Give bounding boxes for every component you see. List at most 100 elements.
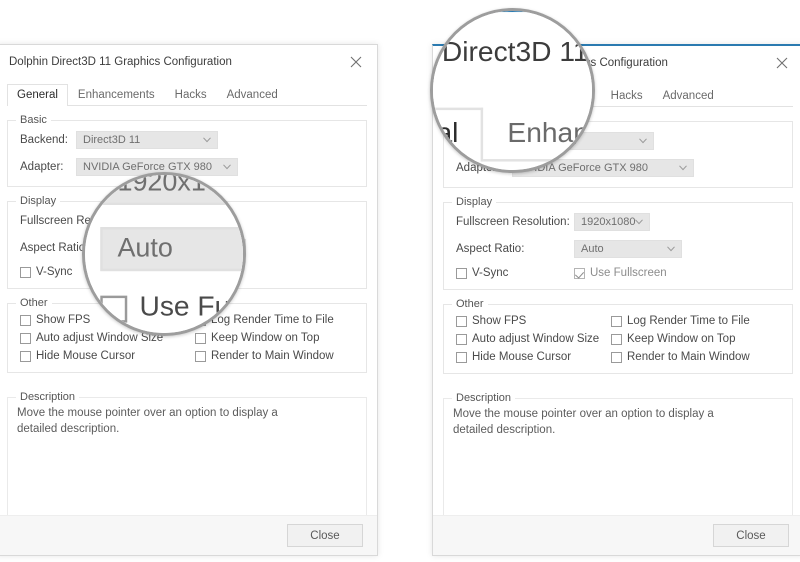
fullscreen-resolution-select[interactable]: 1920x1080 bbox=[574, 213, 650, 231]
tab-advanced[interactable]: Advanced bbox=[653, 85, 724, 107]
checkbox-label: Keep Window on Top bbox=[211, 332, 320, 344]
checkbox-keep-window-on-top[interactable]: Keep Window on Top bbox=[611, 333, 750, 345]
checkbox-vsync-label: V-Sync bbox=[36, 266, 73, 278]
row-fullscreen-resolution: Fullscreen Resolution: 1920x1080 bbox=[456, 213, 780, 231]
group-other: Other Show FPS Auto adjust Window Size H… bbox=[443, 298, 793, 374]
other-checkbox-grid: Show FPS Auto adjust Window Size Hide Mo… bbox=[456, 315, 780, 363]
close-icon[interactable] bbox=[343, 51, 369, 73]
aspect-ratio-value: Auto bbox=[581, 243, 604, 255]
fullscreen-resolution-label: Fullscreen Resolution: bbox=[82, 172, 90, 198]
checkbox-hide-mouse-cursor[interactable]: Hide Mouse Cursor bbox=[456, 351, 611, 363]
aspect-ratio-select[interactable]: Auto bbox=[100, 227, 243, 272]
close-icon[interactable] bbox=[769, 52, 795, 74]
checkbox-box bbox=[20, 350, 31, 362]
tab-hacks[interactable]: Hacks bbox=[165, 84, 217, 106]
tab-general[interactable]: General bbox=[433, 107, 483, 162]
row-fullscreen-resolution: Fullscreen Resolution: 1920x1080 bbox=[82, 172, 246, 205]
footer-right: Close bbox=[433, 515, 800, 555]
checkbox-label: Show FPS bbox=[472, 315, 527, 327]
checkbox-box bbox=[611, 351, 622, 363]
row-aspect-ratio: Aspect Ratio: Auto bbox=[85, 227, 243, 272]
group-display: Display Fullscreen Resolution: 1920x1080… bbox=[82, 172, 246, 333]
chevron-down-icon bbox=[679, 165, 687, 171]
other-column-2: Log Render Time to File Keep Window on T… bbox=[611, 315, 750, 363]
dialog-body-left: Basic Backend: Direct3D 11 Adapter: NVID… bbox=[82, 172, 246, 333]
checkbox-log-render-time-to-file[interactable]: Log Render Time to File bbox=[611, 315, 750, 327]
checkbox-vsync[interactable]: V-Sync bbox=[85, 293, 100, 322]
tab-general[interactable]: General bbox=[7, 84, 68, 106]
backend-select[interactable]: Direct3D 11 bbox=[76, 131, 218, 149]
fullscreen-resolution-select[interactable]: 1920x1080 bbox=[100, 172, 246, 205]
checkbox-box bbox=[456, 351, 467, 363]
checkbox-render-to-main-window[interactable]: Render to Main Window bbox=[611, 351, 750, 363]
checkbox-use-fullscreen[interactable]: Use Fullscreen bbox=[574, 267, 667, 279]
tab-advanced[interactable]: Advanced bbox=[217, 84, 288, 106]
checkbox-label: Show FPS bbox=[36, 314, 91, 326]
checkbox-label: Hide Mouse Cursor bbox=[472, 351, 572, 363]
backend-label: Backend: bbox=[20, 134, 68, 146]
checkbox-label: Hide Mouse Cursor bbox=[36, 350, 136, 362]
titlebar-right: Dolphin Direct3D 11 Graphics Configurati… bbox=[433, 12, 592, 101]
fullscreen-resolution-value: 1920x1080 bbox=[117, 172, 246, 198]
checkbox-use-fullscreen-label: Use Fullscreen bbox=[590, 267, 667, 279]
checkbox-box bbox=[611, 333, 622, 345]
graphics-configuration-window-right[interactable]: Dolphin Direct3D 11 Graphics Configurati… bbox=[433, 11, 592, 170]
graphics-configuration-window-left[interactable]: Dolphin Direct3D 11 Graphics Configurati… bbox=[82, 172, 246, 333]
titlebar-left: Dolphin Direct3D 11 Graphics Configurati… bbox=[0, 45, 377, 81]
checkbox-vsync[interactable]: V-Sync bbox=[456, 267, 574, 279]
row-adapter: Adapter: NVIDIA GeForce GTX 980 bbox=[20, 158, 354, 176]
checkbox-show-fps[interactable]: Show FPS bbox=[456, 315, 611, 327]
chevron-down-icon bbox=[639, 138, 647, 144]
row-display-checkboxes: V-Sync Use Fullscreen bbox=[85, 293, 244, 323]
group-display: Display Fullscreen Resolution: 1920x1080… bbox=[443, 196, 793, 290]
tabstrip-left[interactable]: General Enhancements Hacks Advanced bbox=[7, 81, 367, 106]
group-display-legend: Display bbox=[16, 195, 61, 207]
aspect-ratio-select[interactable]: Auto bbox=[574, 240, 682, 258]
checkbox-label: Auto adjust Window Size bbox=[36, 332, 164, 344]
close-button[interactable]: Close bbox=[287, 524, 363, 547]
chevron-down-icon bbox=[635, 219, 643, 225]
group-other-legend: Other bbox=[16, 297, 52, 309]
checkbox-box bbox=[100, 294, 128, 322]
checkbox-keep-window-on-top[interactable]: Keep Window on Top bbox=[195, 332, 334, 344]
checkbox-box bbox=[574, 267, 585, 279]
checkbox-use-fullscreen-label: Use Fullscreen bbox=[139, 293, 244, 323]
magnifier-lens-right: Dolphin Direct3D 11 Graphics Configurati… bbox=[430, 8, 595, 173]
dialog-body-right: Basic Backend: Direct3D 11 Adapter: NVID… bbox=[433, 115, 800, 543]
tabstrip-right[interactable]: General Enhancements Hacks Advanced bbox=[433, 100, 592, 162]
checkbox-auto-adjust-window-size[interactable]: Auto adjust Window Size bbox=[456, 333, 611, 345]
row-aspect-ratio: Aspect Ratio: Auto bbox=[456, 240, 780, 258]
group-basic-legend: Basic bbox=[16, 114, 51, 126]
tab-hacks[interactable]: Hacks bbox=[601, 85, 653, 107]
checkbox-hide-mouse-cursor[interactable]: Hide Mouse Cursor bbox=[20, 350, 195, 362]
row-backend: Backend: Direct3D 11 bbox=[20, 131, 354, 149]
adapter-value: NVIDIA GeForce GTX 980 bbox=[83, 161, 212, 173]
checkbox-box bbox=[20, 266, 31, 278]
fullscreen-resolution-label: Fullscreen Resolution: bbox=[456, 216, 570, 228]
checkbox-label: Keep Window on Top bbox=[627, 333, 736, 345]
aspect-ratio-label: Aspect Ratio: bbox=[85, 234, 100, 263]
tab-enhancements[interactable]: Enhancements bbox=[483, 108, 592, 162]
fullscreen-resolution-value: 1920x1080 bbox=[581, 216, 636, 228]
other-column-1: Show FPS Auto adjust Window Size Hide Mo… bbox=[456, 315, 611, 363]
magnifier-lens-left: Dolphin Direct3D 11 Graphics Configurati… bbox=[82, 172, 246, 336]
checkbox-use-fullscreen[interactable]: Use Fullscreen bbox=[100, 293, 244, 323]
checkbox-label: Auto adjust Window Size bbox=[472, 333, 600, 345]
aspect-ratio-value: Auto bbox=[117, 234, 173, 264]
row-display-checkboxes: V-Sync Use Fullscreen bbox=[456, 267, 780, 279]
tab-enhancements[interactable]: Enhancements bbox=[68, 84, 165, 106]
group-description-legend: Description bbox=[452, 392, 516, 404]
description-text: Move the mouse pointer over an option to… bbox=[17, 407, 278, 435]
checkbox-render-to-main-window[interactable]: Render to Main Window bbox=[195, 350, 334, 362]
checkbox-box bbox=[456, 267, 467, 279]
adapter-label: Adapter: bbox=[20, 161, 64, 173]
checkbox-box bbox=[195, 350, 206, 362]
chevron-down-icon bbox=[203, 137, 211, 143]
chevron-down-icon bbox=[667, 246, 675, 252]
checkbox-vsync-label: V-Sync bbox=[472, 267, 509, 279]
window-title-right: Dolphin Direct3D 11 Graphics Configurati… bbox=[433, 39, 592, 69]
close-button[interactable]: Close bbox=[713, 524, 789, 547]
checkbox-box bbox=[20, 314, 31, 326]
checkbox-box bbox=[20, 332, 31, 344]
checkbox-box bbox=[195, 332, 206, 344]
